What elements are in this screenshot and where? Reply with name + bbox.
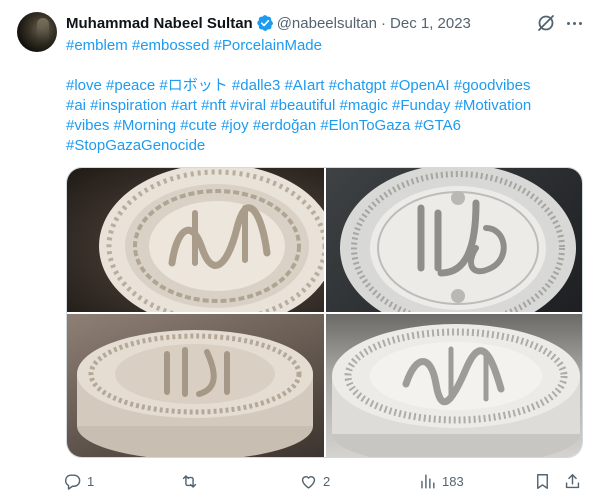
grok-icon[interactable] xyxy=(535,12,557,34)
action-bar: 1 2 183 xyxy=(0,468,599,494)
retweet-icon xyxy=(182,474,197,488)
header-separator: · xyxy=(381,14,387,32)
share-button[interactable] xyxy=(563,468,582,494)
reply-icon xyxy=(64,473,81,490)
share-icon xyxy=(565,473,580,488)
author-name[interactable]: Muhammad Nabeel Sultan xyxy=(66,15,253,32)
retweet-button[interactable] xyxy=(180,468,204,494)
hashtag-line[interactable]: #StopGazaGenocide xyxy=(66,136,586,156)
verified-badge-icon xyxy=(256,14,274,32)
tweet-text: #emblem #embossed #PorcelainMade #love #… xyxy=(66,36,586,156)
reply-count: 1 xyxy=(87,473,95,489)
hashtag-line[interactable]: #love #peace #ロボット #dalle3 #AIart #chatg… xyxy=(66,76,586,96)
media-grid xyxy=(66,167,583,458)
views-button[interactable]: 183 xyxy=(418,468,464,494)
tweet[interactable]: Muhammad Nabeel Sultan @nabeelsultan · D… xyxy=(0,0,599,503)
like-button[interactable]: 2 xyxy=(299,468,330,494)
avatar[interactable] xyxy=(17,12,57,52)
bookmark-button[interactable] xyxy=(533,468,552,494)
media-image-2[interactable] xyxy=(326,168,582,312)
tweet-header: Muhammad Nabeel Sultan @nabeelsultan · D… xyxy=(66,13,471,33)
hashtag-line[interactable]: #vibes #Morning #cute #joy #erdoğan #Elo… xyxy=(66,116,586,136)
like-count: 2 xyxy=(323,473,331,489)
more-options-icon[interactable] xyxy=(563,12,585,34)
heart-icon xyxy=(301,475,316,489)
media-image-1[interactable] xyxy=(67,168,324,312)
media-image-4[interactable] xyxy=(326,314,582,457)
reply-button[interactable]: 1 xyxy=(63,468,94,494)
author-handle[interactable]: @nabeelsultan xyxy=(277,15,377,32)
media-image-3[interactable] xyxy=(67,314,324,457)
hashtag-line[interactable]: #ai #inspiration #art #nft #viral #beaut… xyxy=(66,96,586,116)
views-count: 183 xyxy=(442,473,464,489)
views-chart-icon xyxy=(421,473,435,489)
tweet-date[interactable]: Dec 1, 2023 xyxy=(390,15,471,32)
hashtag-line[interactable]: #emblem #embossed #PorcelainMade xyxy=(66,36,586,56)
bookmark-icon xyxy=(537,473,548,489)
